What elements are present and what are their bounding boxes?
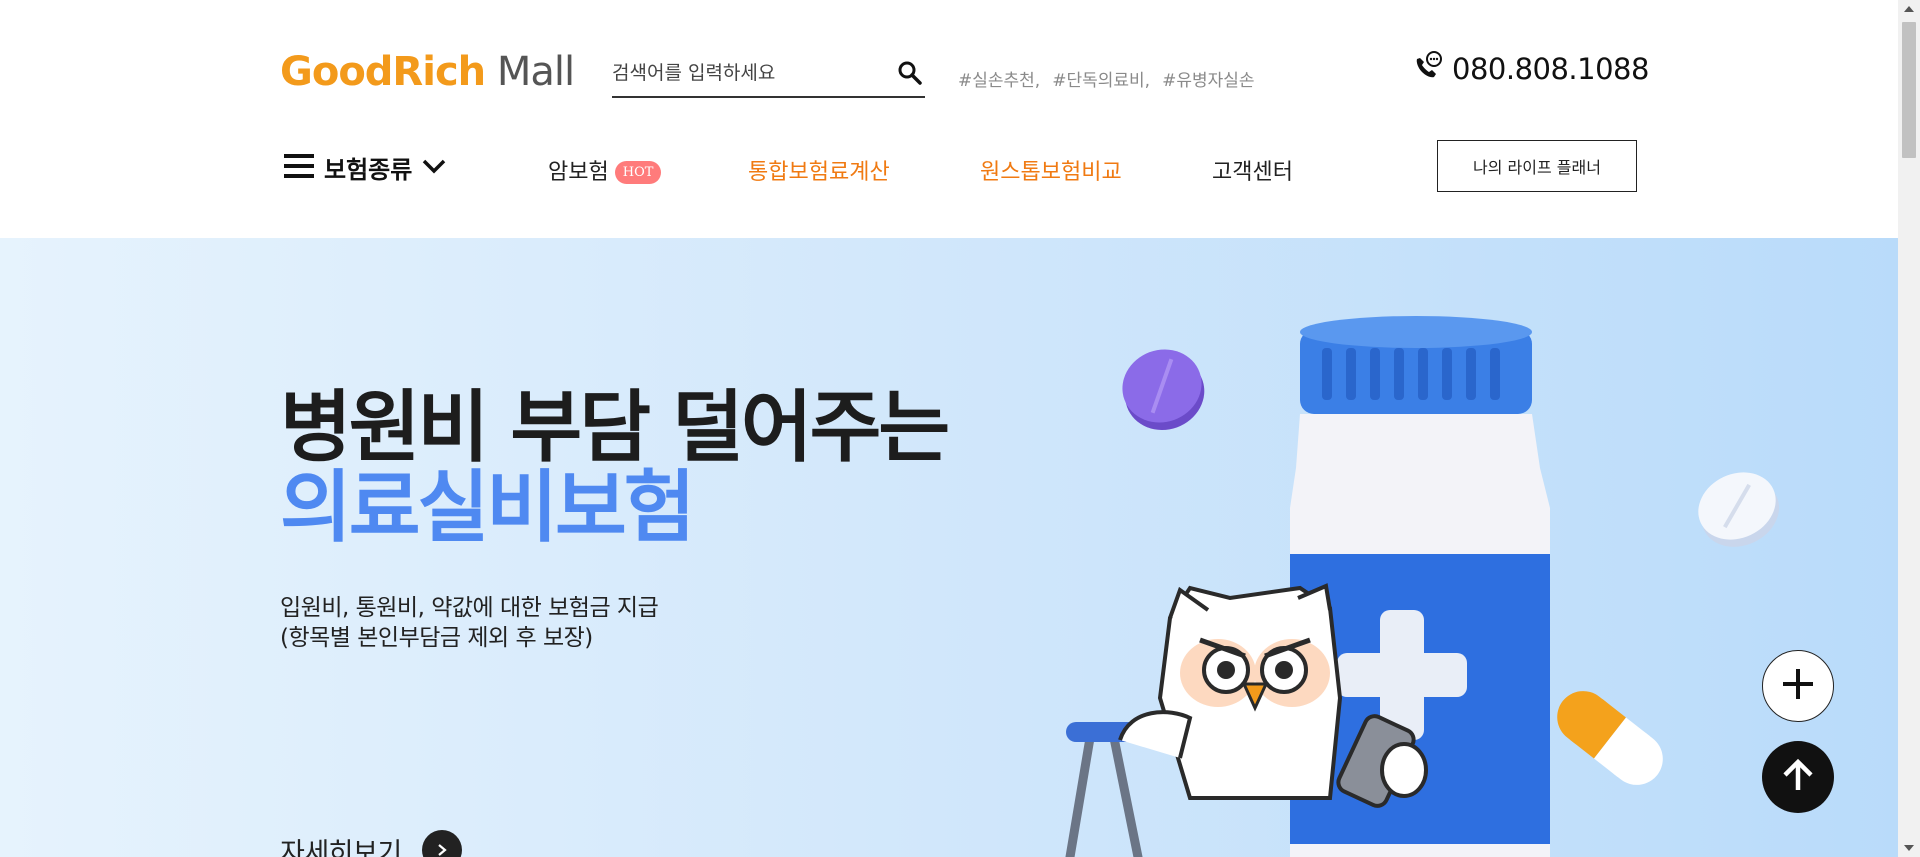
page-scrollbar[interactable] xyxy=(1898,0,1920,857)
nav-item-compare[interactable]: 원스톱보험비교 xyxy=(980,154,1122,186)
expand-float-button[interactable] xyxy=(1762,650,1834,722)
scrollbar-thumb[interactable] xyxy=(1902,22,1916,158)
logo-mall: Mall xyxy=(485,49,575,95)
chevron-down-icon xyxy=(422,158,446,178)
phone-chat-icon xyxy=(1410,50,1444,88)
search-input[interactable] xyxy=(612,52,882,94)
nav-item-premium-calc[interactable]: 통합보험료계산 xyxy=(748,154,890,186)
capsule-image xyxy=(1557,691,1663,785)
insurance-type-label: 보험종류 xyxy=(324,156,413,184)
scroll-top-button[interactable] xyxy=(1762,741,1834,813)
phone-number[interactable]: 080.808.1088 xyxy=(1452,52,1649,86)
logo-goodrich: GoodRich xyxy=(280,49,486,95)
crutch-image xyxy=(1065,733,1143,857)
insurance-type-menu[interactable]: 보험종류 xyxy=(284,150,446,185)
arrow-right-icon xyxy=(421,830,462,857)
main-nav: 보험종류 암보험 HOT 통합보험료계산 원스톱보험비교 고객센터 나의 라이프 … xyxy=(0,140,1898,200)
site-header: GoodRich Mall #실손추천, #단독의료비, #유병자실손 080.… xyxy=(0,0,1898,238)
hero-title-line1: 병원비 부담 덜어주는 xyxy=(280,383,950,473)
search-box xyxy=(612,52,925,98)
hamburger-icon xyxy=(284,153,314,183)
hashtag-list: #실손추천, #단독의료비, #유병자실손 xyxy=(958,66,1255,91)
nav-item-label: 암보험 xyxy=(548,160,609,185)
page: GoodRich Mall #실손추천, #단독의료비, #유병자실손 080.… xyxy=(0,0,1920,857)
purple-pill-image xyxy=(1122,349,1205,431)
plus-icon xyxy=(1779,665,1817,707)
life-planner-button[interactable]: 나의 라이프 플래너 xyxy=(1437,140,1637,192)
nav-item-customer-center[interactable]: 고객센터 xyxy=(1212,154,1293,186)
hot-badge: HOT xyxy=(614,161,662,184)
arrow-up-icon xyxy=(1779,756,1817,798)
hashtag[interactable]: #실손추천, xyxy=(958,66,1040,91)
hashtag[interactable]: #유병자실손 xyxy=(1162,66,1254,91)
hero-title-line2: 의료실비보험 xyxy=(280,463,696,553)
logo[interactable]: GoodRich Mall xyxy=(280,48,575,96)
white-pill-image xyxy=(1698,472,1780,547)
hero-banner: 병원비 부담 덜어주는 의료실비보험 입원비, 통원비, 약값에 대한 보험금 … xyxy=(0,238,1898,857)
phone-contact: 080.808.1088 xyxy=(1410,50,1649,88)
hero-desc-line2: (항목별 본인부담금 제외 후 보장) xyxy=(280,625,593,651)
scroll-down-arrow[interactable] xyxy=(1904,845,1914,851)
more-link[interactable]: 자세히보기 xyxy=(280,830,462,857)
hashtag[interactable]: #단독의료비, xyxy=(1052,66,1150,91)
more-label: 자세히보기 xyxy=(280,837,402,857)
hero-desc-line1: 입원비, 통원비, 약값에 대한 보험금 지급 xyxy=(280,595,659,621)
scroll-up-arrow[interactable] xyxy=(1904,6,1914,12)
search-icon[interactable] xyxy=(897,60,923,86)
nav-item-cancer[interactable]: 암보험 HOT xyxy=(548,154,662,186)
